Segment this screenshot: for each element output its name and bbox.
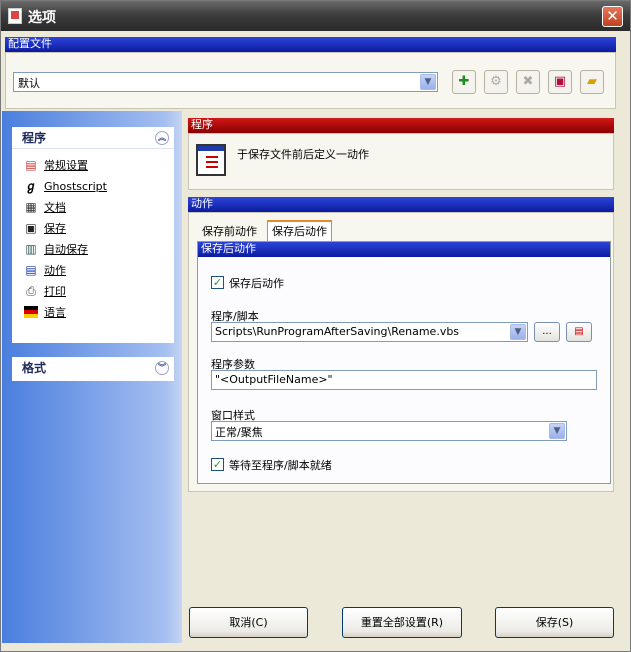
sidebar-item-label: 打印 [44,285,66,298]
program-script-value: Scripts\RunProgramAfterSaving\Rename.vbs [215,325,460,338]
sidebar-item-label: 语言 [44,306,66,319]
sidebar-item-ghostscript[interactable]: ℊ Ghostscript [12,176,174,197]
save-icon: ▣ [553,74,567,89]
sidebar-item-label: 保存 [44,222,66,235]
tab-panel-after-save: 保存后动作 ✓ 保存后动作 程序/脚本 Scripts\RunProgramAf… [197,241,611,484]
sidebar-item-document[interactable]: ▦ 文档 [12,197,174,218]
sidebar-item-label: 动作 [44,264,66,277]
tab-before-save[interactable]: 保存前动作 [198,222,261,242]
program-params-input[interactable]: "<OutputFileName>" [211,370,597,390]
save-icon: ▣ [25,221,37,235]
window-title: 选项 [28,10,56,26]
save-button[interactable]: 保存(S) [495,607,614,638]
delete-profile-button[interactable]: ✖ [516,70,540,94]
sidebar-item-label: 文档 [44,201,66,214]
save-after-checkbox[interactable]: ✓ [211,276,224,289]
chevron-down-icon[interactable]: ▼ [420,74,436,90]
sidebar-item-label: Ghostscript [44,180,107,193]
chevron-down-icon[interactable]: ▼ [549,423,565,439]
sidebar-item-save[interactable]: ▣ 保存 [12,218,174,239]
edit-script-button[interactable]: ▤ [566,322,592,342]
profile-area: 默认 ▼ ✚ ⚙ ✖ ▣ ▰ [5,52,616,109]
script-edit-icon: ▤ [574,326,584,337]
program-description: 于保存文件前后定义一动作 [237,148,369,161]
program-script-select[interactable]: Scripts\RunProgramAfterSaving\Rename.vbs… [211,322,528,342]
sidebar-format-title: 格式 [22,361,47,375]
delete-disabled-icon: ✖ [522,74,534,89]
open-folder-icon: ▰ [587,74,597,89]
options-window: 选项 ✕ 配置文件 默认 ▼ ✚ ⚙ ✖ ▣ ▰ 程序 ︽ ▤ 常规设置 ℊ G… [0,0,631,652]
cancel-button[interactable]: 取消(C) [189,607,308,638]
print-icon: ⎙ [26,284,36,298]
sidebar-format-panel: 格式 ︾ [12,357,174,381]
autosave-icon: ▥ [25,242,37,256]
sidebar-items: ▤ 常规设置 ℊ Ghostscript ▦ 文档 ▣ 保存 ▥ 自动保存 ▤ … [12,149,174,323]
tab-after-save[interactable]: 保存后动作 [267,220,332,242]
profile-header: 配置文件 [5,37,616,52]
sidebar: 程序 ︽ ▤ 常规设置 ℊ Ghostscript ▦ 文档 ▣ 保存 ▥ 自动… [2,111,182,643]
program-action-icon [196,144,226,176]
sidebar-program-title: 程序 [22,131,47,145]
chevron-down-icon[interactable]: ▼ [510,324,526,340]
action-icon: ▤ [25,263,37,277]
document-icon: ▦ [25,200,37,214]
chevron-down-icon[interactable]: ︾ [155,361,169,375]
window-style-value: 正常/聚焦 [215,426,263,439]
checkmark-icon: ✓ [212,458,223,471]
sidebar-item-language[interactable]: 语言 [12,302,174,323]
settings-disabled-icon: ⚙ [490,74,502,89]
sidebar-item-label: 常规设置 [44,159,88,172]
action-section-header: 动作 [188,197,614,212]
save-profile-button[interactable]: ▣ [548,70,572,94]
sidebar-item-general[interactable]: ▤ 常规设置 [12,155,174,176]
chevron-up-icon[interactable]: ︽ [155,131,169,145]
title-bar[interactable]: 选项 ✕ [1,1,630,31]
checkmark-icon: ✓ [212,276,223,289]
browse-button[interactable]: ... [534,322,560,342]
sidebar-item-action[interactable]: ▤ 动作 [12,260,174,281]
window-style-select[interactable]: 正常/聚焦 ▼ [211,421,567,441]
sidebar-format-header[interactable]: 格式 ︾ [12,357,174,379]
program-section: 于保存文件前后定义一动作 [188,133,614,190]
profile-select[interactable]: 默认 ▼ [13,72,438,92]
profile-select-value: 默认 [18,77,40,90]
wait-for-script-label: 等待至程序/脚本就绪 [229,459,332,472]
reset-all-button[interactable]: 重置全部设置(R) [342,607,462,638]
sidebar-item-print[interactable]: ⎙ 打印 [12,281,174,302]
sidebar-item-autosave[interactable]: ▥ 自动保存 [12,239,174,260]
sidebar-item-label: 自动保存 [44,243,88,256]
general-settings-icon: ▤ [25,158,37,172]
language-icon [24,305,38,319]
open-profile-button[interactable]: ▰ [580,70,604,94]
after-save-panel-header: 保存后动作 [198,242,610,257]
close-button[interactable]: ✕ [602,6,623,27]
action-section: 保存前动作 保存后动作 保存后动作 ✓ 保存后动作 程序/脚本 Scripts\… [188,212,614,492]
save-after-checkbox-label: 保存后动作 [229,277,284,290]
ghostscript-icon: ℊ [24,179,37,193]
wait-for-script-checkbox[interactable]: ✓ [211,458,224,471]
program-section-header: 程序 [188,118,614,133]
app-icon [8,8,22,24]
add-profile-button[interactable]: ✚ [452,70,476,94]
rename-profile-button[interactable]: ⚙ [484,70,508,94]
add-icon: ✚ [458,74,470,89]
sidebar-program-panel: 程序 ︽ ▤ 常规设置 ℊ Ghostscript ▦ 文档 ▣ 保存 ▥ 自动… [12,127,174,343]
sidebar-program-header[interactable]: 程序 ︽ [12,127,174,149]
